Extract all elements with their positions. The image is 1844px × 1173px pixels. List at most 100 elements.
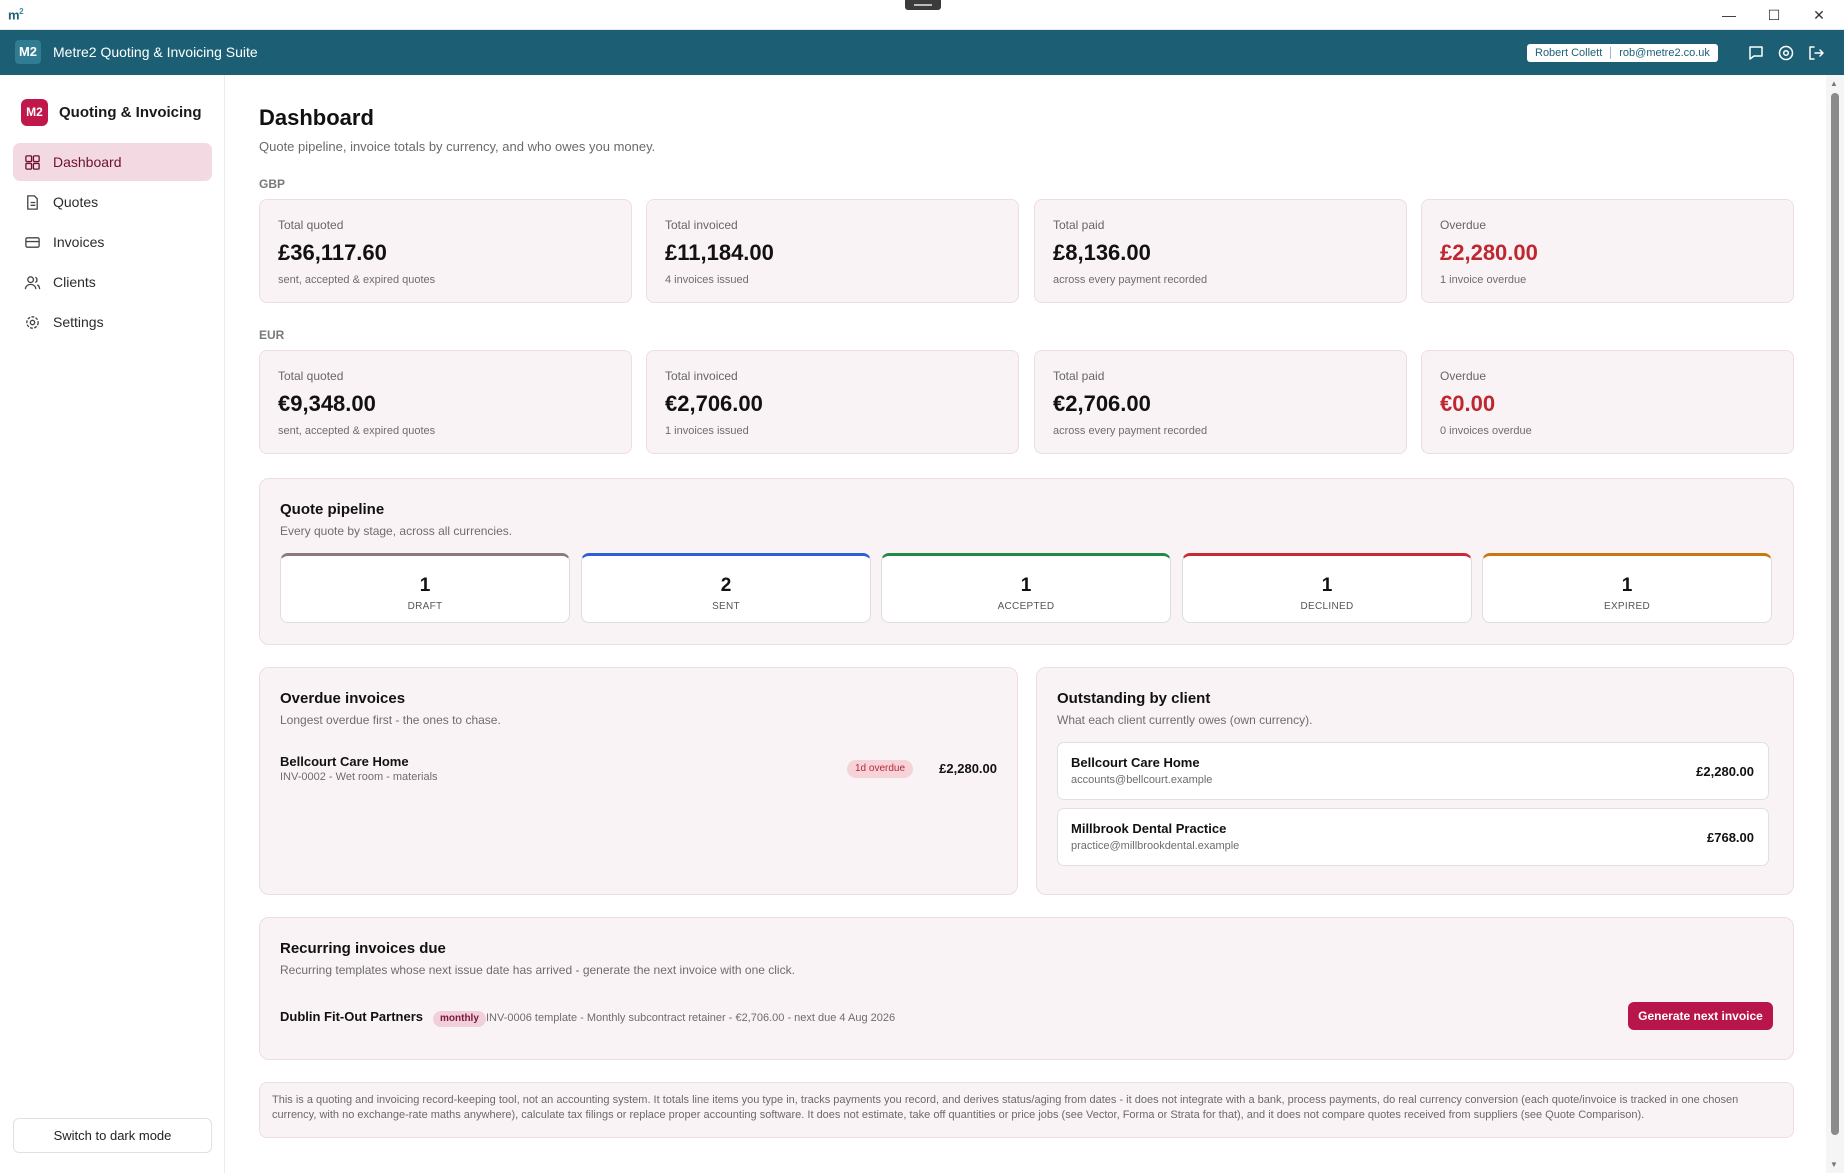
overdue-invoice-detail: INV-0002 - Wet room - materials <box>280 771 438 783</box>
stat-value: €2,706.00 <box>1053 391 1151 416</box>
stat-label: Overdue <box>1440 369 1487 383</box>
os-app-logo: m2 <box>8 7 24 23</box>
generate-next-invoice-button[interactable]: Generate next invoice <box>1628 1002 1773 1030</box>
stage-count: 1 <box>1321 575 1333 596</box>
dark-mode-button[interactable]: Switch to dark mode <box>13 1118 212 1153</box>
stage-name: EXPIRED <box>1603 601 1650 612</box>
currency-label-eur: EUR <box>259 328 285 342</box>
scroll-down-arrow[interactable]: ▼ <box>1830 1160 1838 1169</box>
stage-name: SENT <box>712 601 740 612</box>
minimize-button[interactable]: — <box>1706 0 1752 30</box>
sidebar-item-label: Clients <box>53 274 96 290</box>
stat-card-total-quoted: Total quoted €9,348.00 sent, accepted & … <box>259 350 632 454</box>
sidebar-item-label: Dashboard <box>53 154 122 170</box>
card-title: Overdue invoices <box>280 690 406 707</box>
chat-icon[interactable] <box>1746 43 1766 63</box>
pipeline-stage-declined[interactable]: 1 DECLINED <box>1182 553 1472 623</box>
stat-card-total-paid: Total paid £8,136.00 across every paymen… <box>1034 199 1407 303</box>
stat-note: 1 invoices issued <box>665 425 749 437</box>
pipeline-stage-sent[interactable]: 2 SENT <box>581 553 871 623</box>
maximize-button[interactable]: ☐ <box>1751 0 1797 30</box>
sidebar-item-label: Settings <box>53 314 104 330</box>
client-name: Millbrook Dental Practice <box>1071 821 1227 836</box>
brand-name: Quoting & Invoicing <box>59 104 202 121</box>
close-button[interactable]: ✕ <box>1796 0 1842 30</box>
divider <box>1610 47 1612 59</box>
stat-card-overdue: Overdue £2,280.00 1 invoice overdue <box>1421 199 1794 303</box>
stat-value: £8,136.00 <box>1053 240 1151 265</box>
quote-pipeline-card: Quote pipeline Every quote by stage, acr… <box>259 478 1794 645</box>
outstanding-client-row[interactable]: Bellcourt Care Home accounts@bellcourt.e… <box>1057 742 1769 800</box>
user-email: rob@metre2.co.uk <box>1619 47 1710 59</box>
stat-label: Total quoted <box>278 218 344 232</box>
client-email: accounts@bellcourt.example <box>1071 774 1213 786</box>
scroll-up-arrow[interactable]: ▲ <box>1830 79 1838 88</box>
main-scrollbar[interactable]: ▲ ▼ <box>1826 75 1844 1173</box>
stat-card-overdue: Overdue €0.00 0 invoices overdue <box>1421 350 1794 454</box>
sidebar-item-invoices[interactable]: Invoices <box>13 223 212 261</box>
stat-label: Total invoiced <box>665 369 738 383</box>
card-title: Outstanding by client <box>1057 690 1211 707</box>
stat-label: Total invoiced <box>665 218 738 232</box>
users-icon <box>24 275 41 289</box>
recurring-invoices-card: Recurring invoices due Recurring templat… <box>259 917 1794 1060</box>
stat-card-total-invoiced: Total invoiced €2,706.00 1 invoices issu… <box>646 350 1019 454</box>
main-content: Dashboard Quote pipeline, invoice totals… <box>226 75 1826 1173</box>
sidebar-item-dashboard[interactable]: Dashboard <box>13 143 212 181</box>
pipeline-stage-accepted[interactable]: 1 ACCEPTED <box>881 553 1171 623</box>
stat-note: 4 invoices issued <box>665 274 749 286</box>
stage-name: DECLINED <box>1300 601 1354 612</box>
sidebar-item-label: Invoices <box>53 234 105 250</box>
client-name: Bellcourt Care Home <box>1071 755 1200 770</box>
stat-label: Overdue <box>1440 218 1487 232</box>
sidebar-item-settings[interactable]: Settings <box>13 303 212 341</box>
sidebar-item-clients[interactable]: Clients <box>13 263 212 301</box>
settings-icon[interactable] <box>1776 43 1796 63</box>
overdue-client-name[interactable]: Bellcourt Care Home <box>280 754 409 769</box>
recurring-detail: INV-0006 template - Monthly subcontract … <box>486 1012 896 1024</box>
stat-note: across every payment recorded <box>1053 425 1208 437</box>
outstanding-by-client-card: Outstanding by client What each client c… <box>1036 667 1794 895</box>
stage-count: 1 <box>419 575 431 596</box>
card-title: Quote pipeline <box>280 501 385 518</box>
user-chip[interactable]: Robert Collett rob@metre2.co.uk <box>1527 44 1718 62</box>
stage-name: ACCEPTED <box>997 601 1055 612</box>
scroll-thumb[interactable] <box>1831 93 1839 1135</box>
stat-note: 0 invoices overdue <box>1440 425 1532 437</box>
overdue-badge: 1d overdue <box>847 760 914 778</box>
stage-name: DRAFT <box>407 601 443 612</box>
stat-label: Total quoted <box>278 369 344 383</box>
user-name: Robert Collett <box>1535 47 1603 59</box>
card-subtitle: Longest overdue first - the ones to chas… <box>280 713 501 727</box>
client-amount: £768.00 <box>1707 830 1754 845</box>
brand-badge: M2 <box>21 99 48 126</box>
outstanding-client-row[interactable]: Millbrook Dental Practice practice@millb… <box>1057 808 1769 866</box>
stat-value: £36,117.60 <box>278 240 387 265</box>
sidebar-item-quotes[interactable]: Quotes <box>13 183 212 221</box>
gear-icon <box>26 315 39 329</box>
stage-count: 1 <box>1020 575 1032 596</box>
sidebar-item-label: Quotes <box>53 194 99 210</box>
sidebar: M2 Quoting & Invoicing Dashboard Quotes <box>0 75 225 1173</box>
disclaimer-note: This is a quoting and invoicing record-k… <box>259 1082 1794 1138</box>
stat-value: €2,706.00 <box>665 391 763 416</box>
app-title: Metre2 Quoting & Invoicing Suite <box>53 44 258 60</box>
card-subtitle: Every quote by stage, across all currenc… <box>280 524 513 538</box>
stat-value: £2,280.00 <box>1440 240 1538 265</box>
app-badge: M2 <box>15 40 41 64</box>
stage-count: 1 <box>1621 575 1633 596</box>
stat-note: sent, accepted & expired quotes <box>278 274 436 286</box>
stat-value: €9,348.00 <box>278 391 376 416</box>
overdue-invoices-card: Overdue invoices Longest overdue first -… <box>259 667 1018 895</box>
sidebar-nav: Dashboard Quotes Invoices Clients Settin… <box>13 143 212 343</box>
overdue-amount: £2,280.00 <box>939 761 997 776</box>
brand: M2 Quoting & Invoicing <box>21 99 202 126</box>
currency-label-gbp: GBP <box>259 177 286 191</box>
pipeline-stage-expired[interactable]: 1 EXPIRED <box>1482 553 1772 623</box>
card-subtitle: Recurring templates whose next issue dat… <box>280 963 795 977</box>
snap-grip-handle[interactable] <box>905 0 941 10</box>
stage-count: 2 <box>720 575 732 596</box>
pipeline-stage-draft[interactable]: 1 DRAFT <box>280 553 570 623</box>
logout-icon[interactable] <box>1806 43 1826 63</box>
stat-label: Total paid <box>1053 369 1105 383</box>
